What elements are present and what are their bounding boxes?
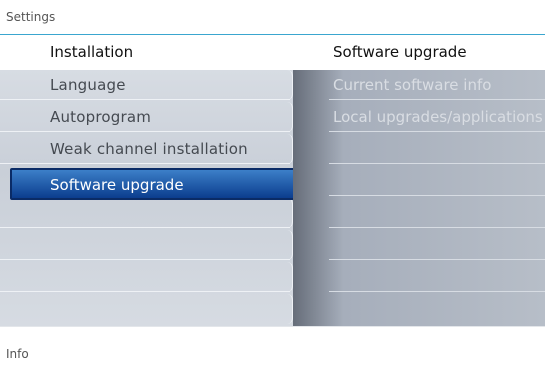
menu-row-empty [0, 294, 293, 324]
window-title: Settings [6, 10, 56, 24]
menu-item-language[interactable]: Language [0, 70, 293, 100]
menu-row-empty [0, 262, 293, 292]
submenu-row-empty [329, 166, 545, 196]
right-menu-title: Software upgrade [333, 43, 467, 61]
submenu-item-local-upgrades[interactable]: Local upgrades/applications [329, 102, 545, 132]
menu-item-label: Software upgrade [50, 176, 184, 194]
info-bar: Info [0, 326, 545, 382]
right-menu-panel: Current software info Local upgrades/app… [293, 70, 545, 326]
submenu-row-empty [329, 230, 545, 260]
left-menu-title: Installation [50, 43, 134, 61]
menu-item-autoprogram[interactable]: Autoprogram [0, 102, 293, 132]
menu-item-label: Autoprogram [50, 108, 152, 126]
menu-item-software-upgrade[interactable]: Software upgrade [10, 168, 296, 200]
row-cap [286, 294, 293, 324]
menu-header: Installation Software upgrade [0, 35, 545, 67]
info-label: Info [6, 347, 29, 361]
submenu-row-empty [329, 198, 545, 228]
row-cap [286, 198, 293, 228]
menu-item-label: Language [50, 76, 126, 94]
menu-item-label: Weak channel installation [50, 140, 248, 158]
row-cap [286, 262, 293, 292]
row-cap [286, 134, 293, 164]
menu-item-weak-channel-installation[interactable]: Weak channel installation [0, 134, 293, 164]
settings-bar: Settings [0, 0, 545, 35]
row-cap [286, 230, 293, 260]
menu-row-empty [0, 230, 293, 260]
submenu-row-empty [329, 134, 545, 164]
submenu-item-current-software-info[interactable]: Current software info [329, 70, 545, 100]
submenu-item-label: Current software info [333, 76, 492, 94]
submenu-row-empty [329, 262, 545, 292]
row-cap [286, 102, 293, 132]
menu-row-empty [0, 198, 293, 228]
submenu-item-label: Local upgrades/applications [333, 108, 543, 126]
row-cap [286, 70, 293, 100]
